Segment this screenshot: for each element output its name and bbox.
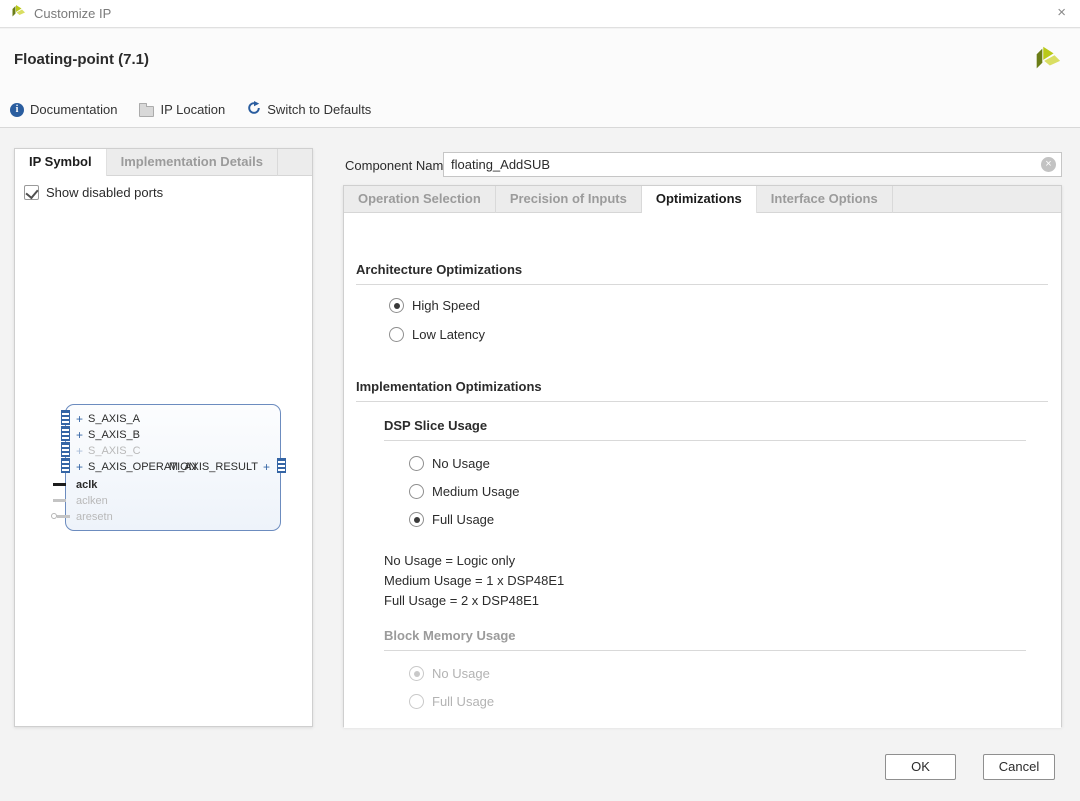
info-icon: i bbox=[10, 103, 24, 117]
aclk-pin-stub bbox=[53, 483, 66, 486]
show-disabled-ports-row[interactable]: Show disabled ports bbox=[15, 176, 312, 200]
port-s-axis-b[interactable]: + S_AXIS_B bbox=[76, 427, 140, 443]
toolbar: i Documentation IP Location Switch to De… bbox=[10, 101, 371, 118]
component-name-input[interactable] bbox=[443, 152, 1062, 177]
radio-dsp-medium-usage[interactable]: Medium Usage bbox=[409, 484, 519, 499]
aclken-pin-stub bbox=[53, 499, 66, 502]
radio-icon[interactable] bbox=[389, 298, 404, 313]
tab-optimizations[interactable]: Optimizations bbox=[642, 186, 757, 213]
ip-location-button[interactable]: IP Location bbox=[139, 102, 225, 117]
radio-low-latency[interactable]: Low Latency bbox=[389, 327, 485, 342]
switch-to-defaults-button[interactable]: Switch to Defaults bbox=[247, 101, 371, 118]
radio-icon bbox=[409, 694, 424, 709]
expand-icon[interactable]: + bbox=[76, 462, 83, 472]
dsp-note-medium-usage: Medium Usage = 1 x DSP48E1 bbox=[384, 573, 564, 588]
ip-symbol-panel: IP Symbol Implementation Details Show di… bbox=[14, 148, 313, 727]
radio-icon[interactable] bbox=[409, 512, 424, 527]
page-title: Floating-point (7.1) bbox=[14, 51, 149, 68]
aresetn-pin-stub bbox=[57, 515, 70, 518]
ip-symbol-diagram: + S_AXIS_A + S_AXIS_B + S_AXIS_C + S_AXI… bbox=[51, 404, 296, 534]
dsp-slice-usage-heading: DSP Slice Usage bbox=[384, 418, 1026, 441]
dsp-note-full-usage: Full Usage = 2 x DSP48E1 bbox=[384, 593, 539, 608]
expand-icon[interactable]: + bbox=[76, 414, 83, 424]
bus-pin-icon bbox=[61, 442, 70, 457]
radio-bram-no-usage: No Usage bbox=[409, 666, 490, 681]
dsp-note-no-usage: No Usage = Logic only bbox=[384, 553, 515, 568]
config-tabbar: Operation Selection Precision of Inputs … bbox=[344, 186, 1061, 213]
tab-implementation-details[interactable]: Implementation Details bbox=[107, 149, 278, 176]
documentation-button[interactable]: i Documentation bbox=[10, 102, 117, 117]
clear-input-icon[interactable]: × bbox=[1041, 157, 1056, 172]
bus-pin-icon bbox=[61, 426, 70, 441]
port-aclk[interactable]: aclk bbox=[76, 477, 97, 493]
radio-icon[interactable] bbox=[389, 327, 404, 342]
tab-precision-of-inputs[interactable]: Precision of Inputs bbox=[496, 186, 642, 213]
radio-icon bbox=[409, 666, 424, 681]
ip-block[interactable]: + S_AXIS_A + S_AXIS_B + S_AXIS_C + S_AXI… bbox=[65, 404, 281, 531]
switch-to-defaults-label: Switch to Defaults bbox=[267, 102, 371, 117]
port-m-axis-result[interactable]: M_AXIS_RESULT + bbox=[169, 459, 270, 475]
radio-dsp-no-usage[interactable]: No Usage bbox=[409, 456, 490, 471]
port-aclken[interactable]: aclken bbox=[76, 493, 108, 509]
refresh-icon bbox=[247, 101, 261, 118]
active-low-icon bbox=[51, 513, 57, 519]
left-tabbar: IP Symbol Implementation Details bbox=[15, 149, 312, 176]
ip-location-label: IP Location bbox=[160, 102, 225, 117]
xilinx-logo-icon bbox=[10, 3, 26, 24]
tab-operation-selection[interactable]: Operation Selection bbox=[344, 186, 496, 213]
bus-pin-icon bbox=[277, 458, 286, 473]
port-aresetn[interactable]: aresetn bbox=[76, 509, 113, 525]
close-icon[interactable]: × bbox=[1057, 4, 1066, 21]
tab-interface-options[interactable]: Interface Options bbox=[757, 186, 893, 213]
bus-pin-icon bbox=[61, 410, 70, 425]
radio-bram-full-usage: Full Usage bbox=[409, 694, 494, 709]
show-disabled-ports-label: Show disabled ports bbox=[46, 185, 163, 200]
xilinx-brand-icon bbox=[1032, 43, 1062, 78]
ok-button[interactable]: OK bbox=[885, 754, 956, 780]
block-memory-usage-heading: Block Memory Usage bbox=[384, 628, 1026, 651]
bus-pin-icon bbox=[61, 458, 70, 473]
configuration-panel: Operation Selection Precision of Inputs … bbox=[343, 185, 1062, 727]
tab-ip-symbol[interactable]: IP Symbol bbox=[15, 149, 107, 176]
radio-icon[interactable] bbox=[409, 456, 424, 471]
expand-icon[interactable]: + bbox=[76, 446, 83, 456]
documentation-label: Documentation bbox=[30, 102, 117, 117]
show-disabled-ports-checkbox[interactable] bbox=[24, 185, 39, 200]
dialog-header: Floating-point (7.1) i Documentation IP … bbox=[0, 29, 1080, 128]
architecture-optimizations-heading: Architecture Optimizations bbox=[356, 262, 1048, 285]
cancel-button[interactable]: Cancel bbox=[983, 754, 1055, 780]
port-s-axis-c[interactable]: + S_AXIS_C bbox=[76, 443, 141, 459]
component-name-label: Component Name bbox=[345, 158, 451, 173]
expand-icon[interactable]: + bbox=[76, 430, 83, 440]
radio-icon[interactable] bbox=[409, 484, 424, 499]
port-s-axis-a[interactable]: + S_AXIS_A bbox=[76, 411, 140, 427]
radio-high-speed[interactable]: High Speed bbox=[389, 298, 480, 313]
expand-icon[interactable]: + bbox=[263, 462, 270, 472]
radio-dsp-full-usage[interactable]: Full Usage bbox=[409, 512, 494, 527]
window-titlebar: Customize IP × bbox=[0, 0, 1080, 28]
window-title: Customize IP bbox=[34, 6, 111, 21]
implementation-optimizations-heading: Implementation Optimizations bbox=[356, 379, 1048, 402]
optimizations-tab-content: Architecture Optimizations High Speed Lo… bbox=[344, 213, 1061, 728]
folder-icon bbox=[139, 106, 154, 117]
